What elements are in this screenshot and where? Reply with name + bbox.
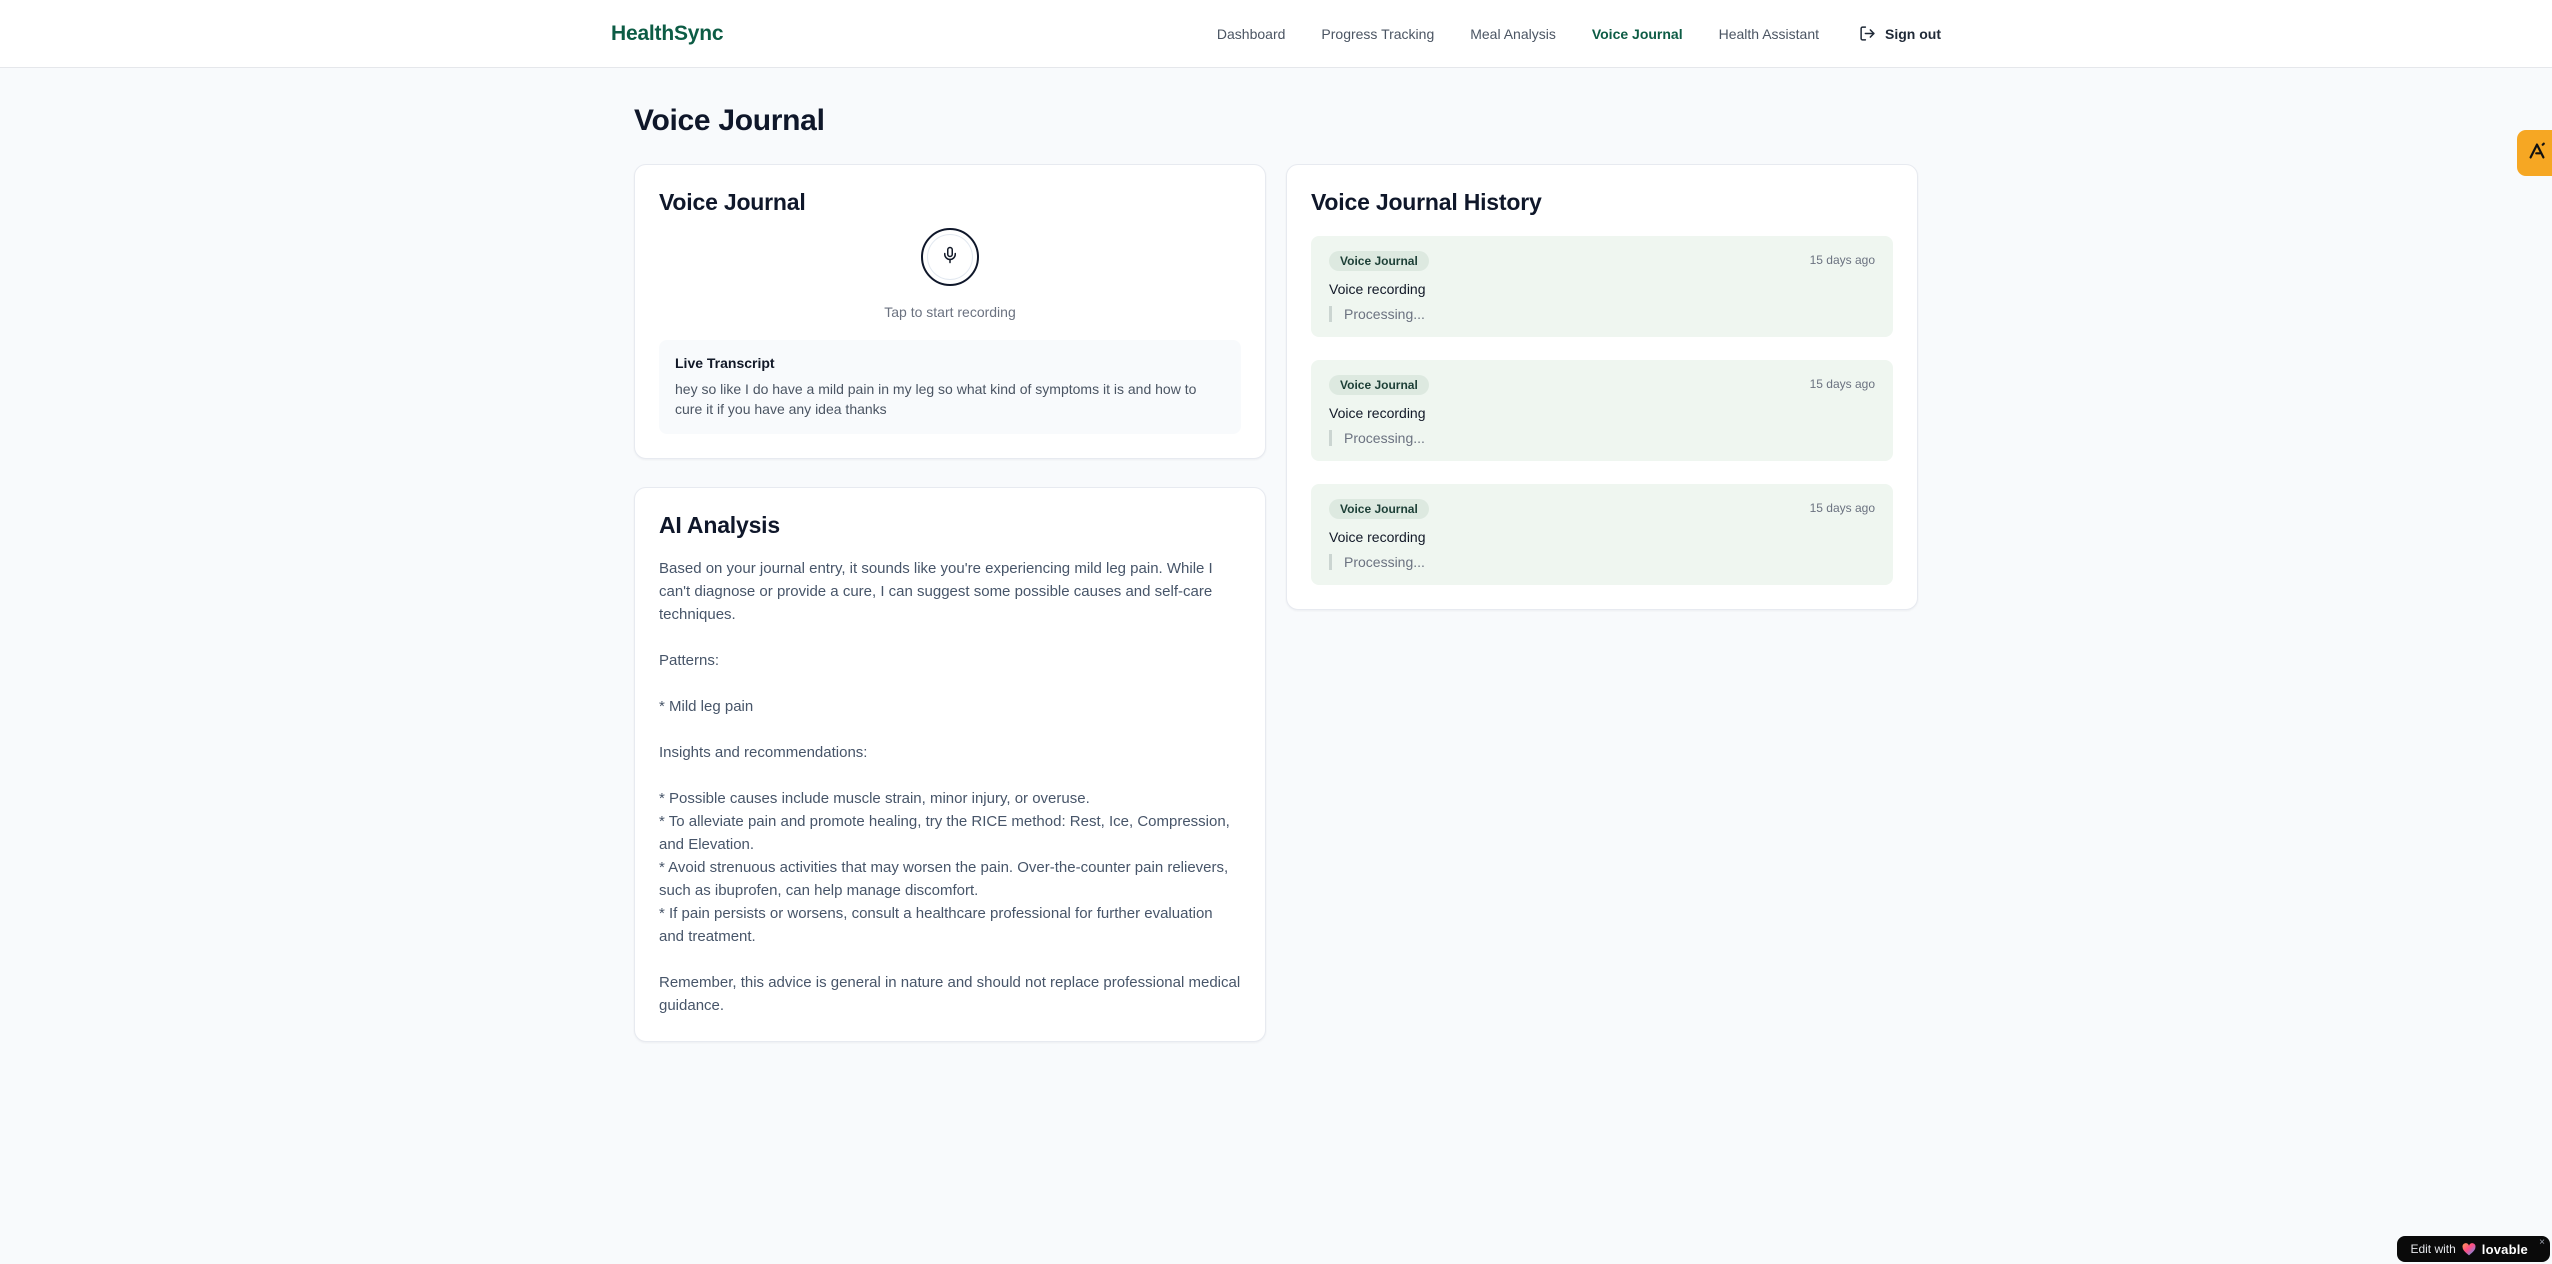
live-transcript-box: Live Transcript hey so like I do have a …: [659, 340, 1241, 434]
app-logo[interactable]: HealthSync: [611, 22, 724, 46]
recorder-card-title: Voice Journal: [659, 189, 806, 215]
record-button[interactable]: [921, 228, 979, 286]
entry-type-badge: Voice Journal: [1329, 251, 1429, 271]
history-entry[interactable]: Voice Journal 15 days ago Voice recordin…: [1311, 484, 1893, 585]
close-icon[interactable]: ×: [2539, 1238, 2545, 1248]
history-entry[interactable]: Voice Journal 15 days ago Voice recordin…: [1311, 360, 1893, 461]
live-transcript-text: hey so like I do have a mild pain in my …: [675, 381, 1197, 417]
main-content: Voice Journal Voice Journal Tap to start…: [634, 68, 1918, 1042]
voice-recorder-card: Voice Journal Tap to start recording Liv…: [634, 164, 1266, 459]
tap-to-record-hint: Tap to start recording: [884, 304, 1016, 320]
lovable-brand-label: lovable: [2481, 1241, 2528, 1257]
voice-journal-history-card: Voice Journal History Voice Journal 15 d…: [1286, 164, 1918, 610]
page-title: Voice Journal: [634, 104, 825, 137]
entry-type-badge: Voice Journal: [1329, 375, 1429, 395]
history-card-title: Voice Journal History: [1311, 189, 1542, 215]
microphone-icon: [941, 246, 959, 269]
main-nav: Dashboard Progress Tracking Meal Analysi…: [1217, 25, 1941, 42]
nav-voice-journal[interactable]: Voice Journal: [1592, 26, 1683, 42]
lovable-prefix-label: Edit with: [2410, 1242, 2456, 1256]
entry-label: Voice recording: [1329, 529, 1426, 545]
entry-type-badge: Voice Journal: [1329, 499, 1429, 519]
nav-dashboard[interactable]: Dashboard: [1217, 26, 1286, 42]
lambda-logo-icon: [2526, 140, 2548, 167]
side-brand-badge[interactable]: [2517, 130, 2552, 176]
entry-processing-status: Processing...: [1329, 430, 1875, 446]
entry-processing-status: Processing...: [1329, 554, 1875, 570]
history-list: Voice Journal 15 days ago Voice recordin…: [1311, 236, 1893, 585]
nav-meal-analysis[interactable]: Meal Analysis: [1470, 26, 1556, 42]
entry-processing-status: Processing...: [1329, 306, 1875, 322]
entry-timestamp: 15 days ago: [1809, 377, 1875, 391]
sign-out-label: Sign out: [1885, 25, 1941, 42]
sign-out-button[interactable]: Sign out: [1859, 25, 1941, 42]
entry-label: Voice recording: [1329, 281, 1426, 297]
entry-timestamp: 15 days ago: [1809, 501, 1875, 515]
ai-analysis-body: Based on your journal entry, it sounds l…: [659, 560, 1241, 1014]
top-navbar: HealthSync Dashboard Progress Tracking M…: [0, 0, 2552, 68]
nav-health-assistant[interactable]: Health Assistant: [1719, 26, 1819, 42]
entry-label: Voice recording: [1329, 405, 1426, 421]
ai-analysis-card: AI Analysis Based on your journal entry,…: [634, 487, 1266, 1042]
nav-progress-tracking[interactable]: Progress Tracking: [1321, 26, 1434, 42]
entry-timestamp: 15 days ago: [1809, 253, 1875, 267]
log-out-icon: [1859, 25, 1876, 42]
history-entry[interactable]: Voice Journal 15 days ago Voice recordin…: [1311, 236, 1893, 337]
live-transcript-label: Live Transcript: [675, 355, 775, 371]
edit-with-lovable-badge[interactable]: Edit with lovable ×: [2397, 1236, 2550, 1262]
ai-analysis-title: AI Analysis: [659, 512, 780, 538]
gradient-heart-icon: [2462, 1242, 2476, 1256]
